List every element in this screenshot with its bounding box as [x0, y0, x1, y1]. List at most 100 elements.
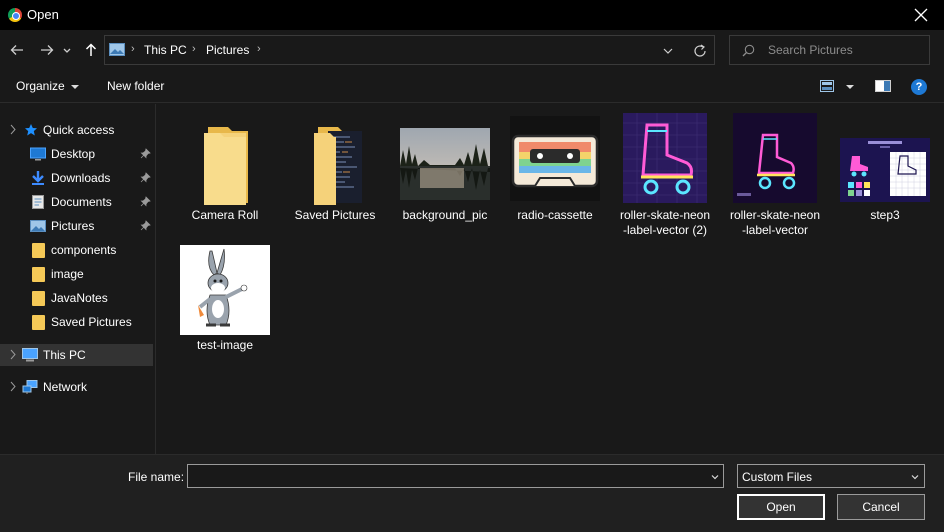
file-item-test-image[interactable]: test-image [170, 242, 280, 372]
file-item-camera-roll[interactable]: Camera Roll [170, 110, 280, 240]
network-icon [22, 380, 38, 394]
sidebar-item-javanotes[interactable]: JavaNotes [0, 287, 153, 309]
sidebar-item-label: Quick access [43, 123, 115, 137]
breadcrumb-separator: › [257, 43, 261, 55]
open-button[interactable]: Open [737, 494, 825, 520]
pin-icon [140, 220, 151, 231]
image-thumbnail [510, 116, 600, 201]
download-icon [32, 171, 44, 185]
search-icon [742, 44, 755, 57]
close-button[interactable] [898, 0, 944, 30]
arrow-left-icon [10, 45, 23, 55]
chevron-down-icon[interactable] [661, 44, 675, 58]
file-item-background-pic[interactable]: background_pic [390, 110, 500, 240]
file-name: step3 [870, 208, 900, 222]
sidebar-item-pictures[interactable]: Pictures [0, 215, 153, 237]
file-list: Camera Roll Saved Pictures background_pi… [157, 104, 944, 454]
footer-panel: File name: Custom Files Open Cancel [0, 454, 944, 532]
file-item-roller-skate-neon-2[interactable]: roller-skate-neon -label-vector (2) [610, 110, 720, 240]
image-thumbnail [180, 245, 270, 335]
file-name: background_pic [402, 208, 488, 222]
cancel-button[interactable]: Cancel [837, 494, 925, 520]
file-item-roller-skate-neon[interactable]: roller-skate-neon -label-vector [720, 110, 830, 240]
file-name-input[interactable] [192, 469, 697, 485]
breadcrumb-this-pc[interactable]: This PC [144, 43, 187, 57]
folder-icon [314, 127, 362, 205]
window-title: Open [27, 7, 59, 22]
help-icon[interactable]: ? [911, 79, 927, 95]
file-name: radio-cassette [517, 208, 593, 222]
sidebar-item-label: JavaNotes [51, 291, 108, 305]
up-button[interactable] [81, 40, 101, 60]
image-thumbnail [623, 113, 707, 203]
file-name-line-2: -label-vector (2) [622, 223, 708, 237]
view-options-icon[interactable] [820, 80, 834, 92]
sidebar-item-label: Documents [51, 195, 112, 209]
folder-icon [32, 243, 45, 258]
caret-down-icon[interactable] [846, 85, 854, 89]
refresh-icon[interactable] [692, 43, 708, 59]
file-name-label: File name: [128, 470, 185, 484]
file-type-select[interactable]: Custom Files [737, 464, 925, 488]
folder-icon [32, 267, 45, 282]
chevron-down-icon [911, 475, 919, 480]
caret-down-icon [70, 84, 79, 89]
chevron-down-icon[interactable] [710, 472, 720, 482]
pin-icon [140, 172, 151, 183]
breadcrumb-separator: › [131, 43, 135, 55]
document-icon [32, 195, 44, 209]
command-toolbar: Organize New folder ? [0, 70, 944, 103]
file-name: Camera Roll [191, 208, 259, 222]
title-bar: Open [0, 0, 944, 30]
file-item-step3[interactable]: step3 [830, 110, 940, 240]
recent-locations-button[interactable] [60, 40, 74, 60]
sidebar-item-components[interactable]: components [0, 239, 153, 261]
sidebar-item-downloads[interactable]: Downloads [0, 167, 153, 189]
sidebar-item-documents[interactable]: Documents [0, 191, 153, 213]
arrow-right-icon [41, 45, 54, 55]
pin-icon [140, 196, 151, 207]
new-folder-button[interactable]: New folder [107, 79, 164, 93]
pictures-icon [109, 43, 125, 56]
file-name-line-2: -label-vector [741, 223, 809, 237]
search-input[interactable] [768, 41, 923, 59]
back-button[interactable] [7, 40, 27, 60]
search-box[interactable] [729, 35, 930, 65]
file-name: test-image [196, 338, 254, 352]
breadcrumb-pictures[interactable]: Pictures [206, 43, 249, 57]
sidebar-item-quick-access[interactable]: Quick access [0, 119, 153, 141]
address-bar[interactable]: › This PC › Pictures › [104, 35, 715, 65]
organize-button[interactable]: Organize [16, 79, 79, 93]
file-item-radio-cassette[interactable]: radio-cassette [500, 110, 610, 240]
sidebar-item-saved-pictures[interactable]: Saved Pictures [0, 311, 153, 333]
file-name: roller-skate-neon [619, 208, 711, 222]
folder-icon [32, 315, 45, 330]
chevron-right-icon[interactable] [9, 124, 17, 135]
arrow-up-icon [85, 43, 97, 56]
chevron-right-icon[interactable] [9, 381, 17, 392]
sidebar-item-this-pc[interactable]: This PC [0, 344, 153, 366]
chrome-icon [8, 8, 22, 22]
image-thumbnail [840, 138, 930, 202]
organize-label: Organize [16, 79, 65, 93]
sidebar-item-label: Saved Pictures [51, 315, 132, 329]
file-type-value: Custom Files [742, 470, 813, 484]
image-thumbnail [400, 128, 490, 200]
navigation-pane: Quick access Desktop Downloads Documents… [0, 104, 156, 454]
sidebar-item-label: Network [43, 380, 88, 394]
chevron-right-icon[interactable] [9, 349, 17, 360]
sidebar-item-label: This PC [43, 348, 86, 362]
pin-icon [140, 148, 151, 159]
sidebar-item-image[interactable]: image [0, 263, 153, 285]
desktop-icon [30, 147, 46, 161]
file-name-field[interactable] [187, 464, 724, 488]
star-icon [25, 124, 37, 136]
computer-icon [22, 348, 38, 362]
preview-pane-icon[interactable] [875, 80, 891, 92]
sidebar-item-desktop[interactable]: Desktop [0, 143, 153, 165]
sidebar-item-network[interactable]: Network [0, 376, 153, 398]
folder-icon [32, 291, 45, 306]
breadcrumb-separator: › [192, 43, 196, 55]
file-item-saved-pictures[interactable]: Saved Pictures [280, 110, 390, 240]
forward-button[interactable] [37, 40, 57, 60]
